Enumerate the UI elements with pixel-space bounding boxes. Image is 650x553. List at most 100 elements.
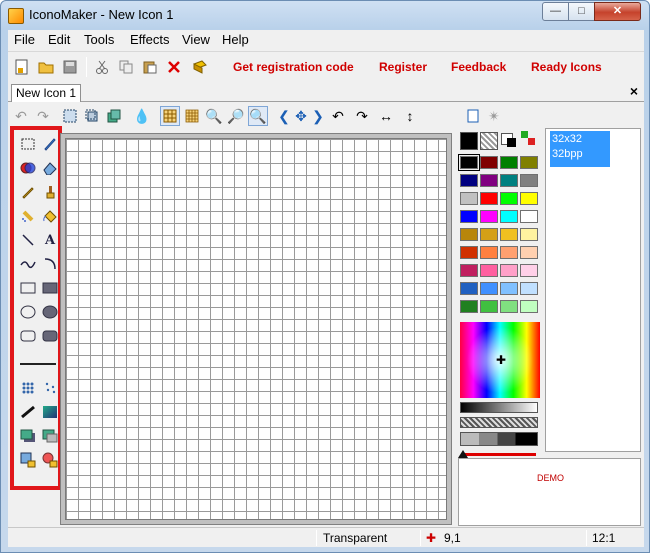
pencil-icon[interactable] [18,182,38,202]
color-swatch[interactable] [520,192,538,205]
thick-line-icon[interactable] [18,402,38,422]
color-swatch[interactable] [500,246,518,259]
spray-icon[interactable] [18,206,38,226]
color-swatch[interactable] [520,282,538,295]
menu-view[interactable]: View [182,32,210,47]
ellipse-outline-icon[interactable] [18,302,38,322]
color-swatch[interactable] [480,228,498,241]
arc-icon[interactable] [40,254,60,274]
color-swatch[interactable] [460,282,478,295]
color-swatch[interactable] [460,300,478,313]
pen-icon[interactable] [40,134,60,154]
get-registration-link[interactable]: Get registration code [233,60,354,74]
register-link[interactable]: Register [379,60,427,74]
color-swatch[interactable] [480,156,498,169]
secondary-color[interactable] [507,138,516,147]
swap-colors-icon[interactable] [520,130,536,146]
color-spectrum[interactable]: ✚ [460,322,540,398]
brush-icon[interactable] [40,182,60,202]
menu-help[interactable]: Help [222,32,249,47]
color-swatch[interactable] [520,264,538,277]
title-bar[interactable]: IconoMaker - New Icon 1 — □ ✕ [1,1,649,29]
color-swatch[interactable] [480,192,498,205]
grid-icon[interactable] [160,106,180,126]
color-swatch[interactable] [500,156,518,169]
drop-icon[interactable]: 💧 [132,106,152,126]
paste-icon[interactable] [140,57,160,77]
close-icon[interactable]: × [630,83,638,99]
color-swatch[interactable] [460,264,478,277]
crop-icon[interactable] [82,106,102,126]
close-button[interactable]: ✕ [594,2,641,21]
red-slider-knob[interactable] [458,450,468,458]
pattern-bar[interactable] [460,417,538,428]
color-swatch[interactable] [520,210,538,223]
color-swatch[interactable] [500,264,518,277]
new-icon[interactable] [12,57,32,77]
rounded-rect-filled-icon[interactable] [40,326,60,346]
dots-pattern-icon[interactable] [18,378,38,398]
color-swatch[interactable] [500,282,518,295]
minimize-button[interactable]: — [542,2,569,21]
color-replace-icon[interactable] [18,158,38,178]
size-item-32x32[interactable]: 32x32 32bpp [550,131,610,167]
color-swatch[interactable] [460,174,478,187]
rectangle-outline-icon[interactable] [18,278,38,298]
color-swatch[interactable] [500,210,518,223]
color-swatch[interactable] [520,156,538,169]
rotate-right-icon[interactable]: ↷ [352,106,372,126]
document-icon[interactable] [463,106,483,126]
pixel-grid-icon[interactable] [182,106,202,126]
flip-horizontal-icon[interactable]: ↔ [376,106,396,126]
transparent-color[interactable] [480,132,498,150]
icon-sizes-list[interactable]: 32x32 32bpp [545,128,641,452]
color-swatch[interactable] [480,246,498,259]
ready-icons-link[interactable]: Ready Icons [531,60,602,74]
text-icon[interactable]: A [40,230,60,250]
eraser-icon[interactable] [40,158,60,178]
rectangle-filled-icon[interactable] [40,278,60,298]
pin-icon[interactable]: ✴ [484,106,504,126]
zoom-in-icon[interactable]: 🔍 [204,106,224,126]
copy-icon[interactable] [116,57,136,77]
color-swatch[interactable] [500,228,518,241]
menu-edit[interactable]: Edit [48,32,70,47]
color-swatch[interactable] [520,174,538,187]
line-width-selector[interactable] [18,354,58,374]
feedback-link[interactable]: Feedback [451,60,506,74]
curve-icon[interactable] [18,254,38,274]
icon-canvas[interactable] [65,138,447,520]
lock-image-icon[interactable] [18,450,38,470]
rounded-rect-outline-icon[interactable] [18,326,38,346]
color-swatch[interactable] [480,174,498,187]
color-swatch[interactable] [520,300,538,313]
rect-select-icon[interactable] [18,134,38,154]
undo-icon[interactable]: ↶ [11,106,31,126]
scatter-pattern-icon[interactable] [40,378,60,398]
save-icon[interactable] [60,57,80,77]
red-slider[interactable] [462,453,536,456]
ellipse-filled-icon[interactable] [40,302,60,322]
gradient-icon[interactable] [40,402,60,422]
line-icon[interactable] [18,230,38,250]
alpha-bar[interactable] [460,432,538,446]
layer-copy-icon[interactable] [40,426,60,446]
layers-icon[interactable] [104,106,124,126]
rotate-left-icon[interactable]: ↶ [328,106,348,126]
color-swatch[interactable] [460,246,478,259]
color-swatch[interactable] [460,228,478,241]
color-swatch[interactable] [480,300,498,313]
color-swatch[interactable] [520,246,538,259]
menu-tools[interactable]: Tools [84,32,114,47]
color-swatch[interactable] [500,192,518,205]
lock-colors-icon[interactable] [40,450,60,470]
color-swatch[interactable] [500,300,518,313]
flip-vertical-icon[interactable]: ↕ [400,106,420,126]
color-swatch[interactable] [500,174,518,187]
redo-icon[interactable]: ↷ [33,106,53,126]
open-folder-icon[interactable] [36,57,56,77]
zoom-fit-icon[interactable]: 🔍 [248,106,268,126]
color-swatch[interactable] [458,154,480,171]
book-icon[interactable] [190,57,210,77]
cut-icon[interactable] [92,57,112,77]
